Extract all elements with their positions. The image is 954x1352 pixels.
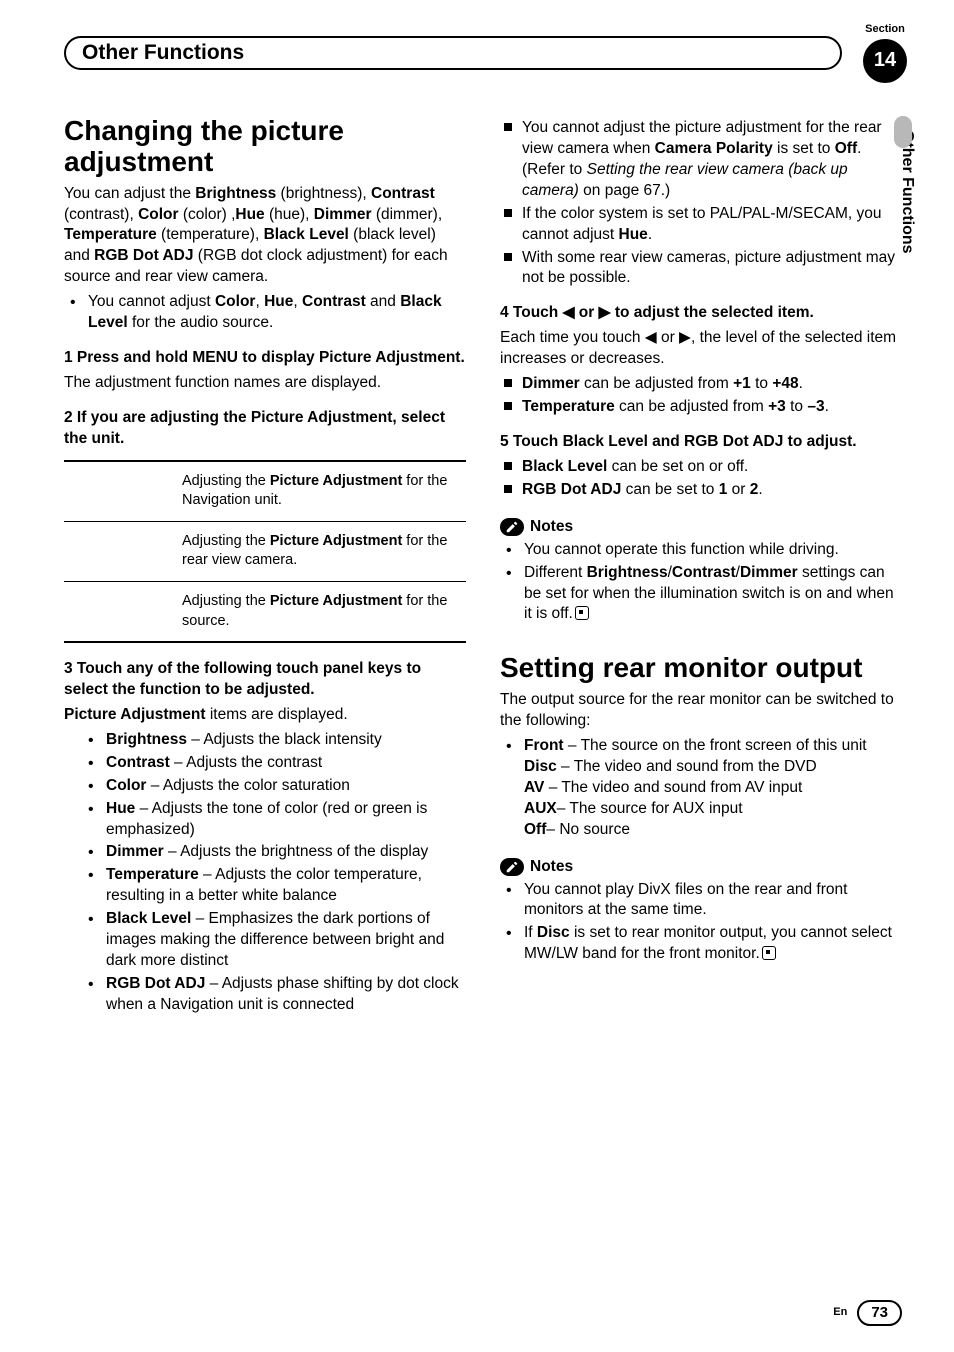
sub-list: Disc – The video and sound from the DVD … — [524, 757, 902, 841]
rear-output-intro: The output source for the rear monitor c… — [500, 690, 902, 732]
step-2-heading: 2 If you are adjusting the Picture Adjus… — [64, 408, 466, 450]
sub-item: AV – The video and sound from AV input — [524, 778, 902, 799]
list-item: If the color system is set to PAL/PAL-M/… — [500, 204, 902, 246]
step-5-heading: 5 Touch Black Level and RGB Dot ADJ to a… — [500, 432, 902, 453]
adjustment-table: Adjusting the Picture Adjustment for the… — [64, 460, 466, 643]
heading-changing-picture: Changing the picture adjustment — [64, 116, 466, 178]
notes-label: Notes — [530, 857, 573, 878]
intro-bullet-list: You cannot adjust Color, Hue, Contrast a… — [64, 292, 466, 334]
list-item: Black Level can be set on or off. — [500, 457, 902, 478]
list-item: Brightness – Adjusts the black intensity — [82, 730, 466, 751]
header-title: Other Functions — [82, 39, 244, 67]
right-column: You cannot adjust the picture adjustment… — [500, 116, 902, 1020]
table-text-cell: Adjusting the Picture Adjustment for the… — [176, 581, 466, 642]
list-item: You cannot operate this function while d… — [500, 540, 902, 561]
sub-item: Off– No source — [524, 820, 902, 841]
intro-paragraph: You can adjust the Brightness (brightnes… — [64, 184, 466, 289]
left-column: Changing the picture adjustment You can … — [64, 116, 466, 1020]
end-mark-icon — [762, 946, 776, 960]
step-4-heading: 4 Touch ◀ or ▶ to adjust the selected it… — [500, 303, 902, 324]
step-5-items: Black Level can be set on or off. RGB Do… — [500, 457, 902, 501]
step-4-items: Dimmer can be adjusted from +1 to +48. T… — [500, 374, 902, 418]
pencil-icon — [500, 858, 524, 876]
step-1-text: The adjustment function names are displa… — [64, 373, 466, 394]
step-1-heading: 1 Press and hold MENU to display Picture… — [64, 348, 466, 369]
list-item: RGB Dot ADJ – Adjusts phase shifting by … — [82, 974, 466, 1016]
table-text-cell: Adjusting the Picture Adjustment for the… — [176, 461, 466, 522]
sub-item: AUX– The source for AUX input — [524, 799, 902, 820]
list-item: Temperature – Adjusts the color temperat… — [82, 865, 466, 907]
table-row: Adjusting the Picture Adjustment for the… — [64, 521, 466, 581]
heading-rear-output: Setting rear monitor output — [500, 653, 902, 684]
list-item: Dimmer can be adjusted from +1 to +48. — [500, 374, 902, 395]
page-footer: En 73 — [833, 1300, 902, 1326]
table-text-cell: Adjusting the Picture Adjustment for the… — [176, 521, 466, 581]
list-item: Hue – Adjusts the tone of color (red or … — [82, 799, 466, 841]
table-icon-cell — [64, 581, 176, 642]
list-item: Front – The source on the front screen o… — [500, 736, 902, 841]
list-item: Dimmer – Adjusts the brightness of the d… — [82, 842, 466, 863]
rear-output-list: Front – The source on the front screen o… — [500, 736, 902, 841]
list-item: Contrast – Adjusts the contrast — [82, 753, 466, 774]
intro-bullet-item: You cannot adjust Color, Hue, Contrast a… — [64, 292, 466, 334]
list-item: Temperature can be adjusted from +3 to –… — [500, 397, 902, 418]
notes-heading-2: Notes — [500, 857, 902, 878]
step-3-lead: Picture Adjustment items are displayed. — [64, 705, 466, 726]
list-item: Different Brightness/Contrast/Dimmer set… — [500, 563, 902, 626]
list-item: You cannot adjust the picture adjustment… — [500, 118, 902, 202]
list-item: Color – Adjusts the color saturation — [82, 776, 466, 797]
list-item: Black Level – Emphasizes the dark portio… — [82, 909, 466, 972]
list-item: If Disc is set to rear monitor output, y… — [500, 923, 902, 965]
section-number: 14 — [863, 39, 907, 83]
pencil-icon — [500, 518, 524, 536]
header-bar: Other Functions — [64, 36, 842, 70]
list-item: You cannot play DivX files on the rear a… — [500, 880, 902, 922]
step-3-heading: 3 Touch any of the following touch panel… — [64, 659, 466, 701]
table-icon-cell — [64, 461, 176, 522]
right-top-notes: You cannot adjust the picture adjustment… — [500, 118, 902, 289]
section-label: Section — [858, 22, 912, 37]
list-item: RGB Dot ADJ can be set to 1 or 2. — [500, 480, 902, 501]
page: Section 14 Other Functions Other Functio… — [0, 0, 954, 1352]
table-row: Adjusting the Picture Adjustment for the… — [64, 461, 466, 522]
adjustment-items-list: Brightness – Adjusts the black intensity… — [64, 730, 466, 1016]
sub-item: Disc – The video and sound from the DVD — [524, 757, 902, 778]
footer-lang: En — [833, 1305, 847, 1320]
content-columns: Changing the picture adjustment You can … — [64, 116, 902, 1020]
end-mark-icon — [575, 606, 589, 620]
notes-list-1: You cannot operate this function while d… — [500, 540, 902, 626]
page-number: 73 — [857, 1300, 902, 1326]
notes-label: Notes — [530, 517, 573, 538]
table-row: Adjusting the Picture Adjustment for the… — [64, 581, 466, 642]
step-4-text: Each time you touch ◀ or ▶, the level of… — [500, 328, 902, 370]
list-item: With some rear view cameras, picture adj… — [500, 248, 902, 290]
notes-heading: Notes — [500, 517, 902, 538]
notes-list-2: You cannot play DivX files on the rear a… — [500, 880, 902, 966]
section-badge: Section 14 — [858, 22, 912, 83]
table-icon-cell — [64, 521, 176, 581]
